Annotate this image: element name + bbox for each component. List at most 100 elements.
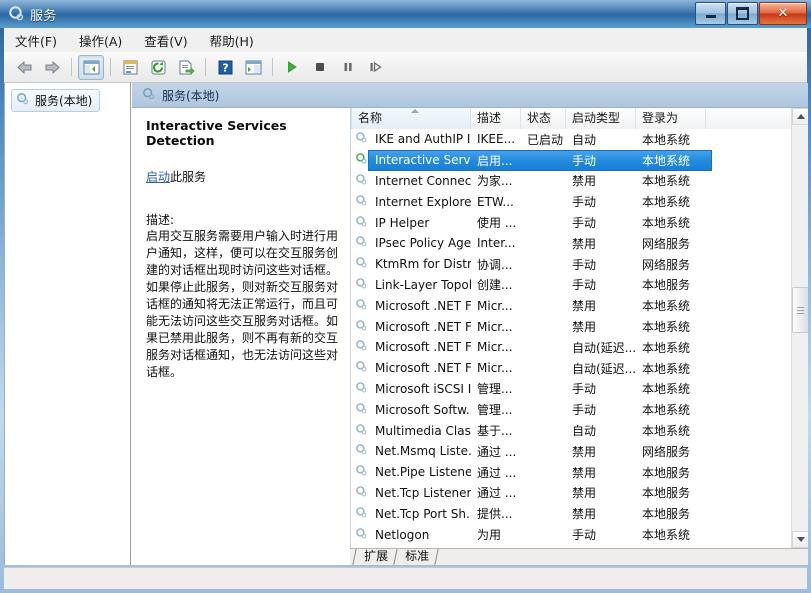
- column-header-启动类型[interactable]: 启动类型: [566, 108, 636, 129]
- service-row[interactable]: Microsoft .NET F...Micr...自动(延迟...本地系统: [351, 358, 808, 379]
- service-logon-as-cell: 本地系统: [636, 131, 706, 148]
- properties-icon[interactable]: [117, 55, 143, 80]
- close-button[interactable]: ✕: [759, 2, 807, 25]
- scrollbar-thumb[interactable]: [792, 287, 808, 333]
- services-list-view[interactable]: 名称描述状态启动类型登录为 IKE and AuthIP I...IKEE...…: [350, 108, 808, 548]
- services-window: 服务 ✕ 文件(F)操作(A)查看(V)帮助(H): [0, 0, 811, 593]
- service-gear-icon: [355, 381, 368, 397]
- list-vertical-scrollbar[interactable]: [791, 108, 808, 548]
- scroll-up-arrow-icon[interactable]: [792, 108, 808, 125]
- service-name-label: Microsoft iSCSI I...: [375, 382, 471, 396]
- menu-file[interactable]: 文件(F): [4, 28, 68, 53]
- service-row[interactable]: Internet Explore...ETW...手动本地系统: [351, 191, 808, 212]
- restart-service-icon[interactable]: [363, 55, 389, 80]
- service-row[interactable]: Link-Layer Topol...创建...手动本地服务: [351, 275, 808, 296]
- service-name-cell: Microsoft .NET F...: [351, 298, 471, 314]
- service-startup-type-cell: 禁用: [566, 172, 636, 189]
- maximize-button[interactable]: [727, 2, 758, 25]
- refresh-icon[interactable]: [145, 55, 171, 80]
- service-row[interactable]: Net.Tcp Listener...通过 ...禁用本地服务: [351, 483, 808, 504]
- start-service-icon[interactable]: [279, 55, 305, 80]
- service-description-cell: 管理...: [471, 380, 521, 397]
- tab-label: 扩展: [364, 549, 388, 564]
- forward-icon[interactable]: [39, 55, 65, 80]
- service-logon-as-cell: 本地服务: [636, 464, 706, 481]
- list-header-row: 名称描述状态启动类型登录为: [351, 108, 808, 129]
- tree-item-services-local[interactable]: 服务(本地): [11, 89, 100, 112]
- menu-action[interactable]: 操作(A): [68, 28, 133, 53]
- service-row[interactable]: Internet Connect...为家...禁用本地系统: [351, 171, 808, 192]
- service-name-label: Microsoft .NET F...: [375, 340, 471, 354]
- toolbar-separator: [205, 58, 206, 76]
- export-list-icon[interactable]: [173, 55, 199, 80]
- service-description-cell: Micr...: [471, 361, 521, 375]
- service-startup-type-cell: 自动: [566, 422, 636, 439]
- scroll-down-arrow-icon[interactable]: [792, 531, 808, 548]
- service-description-cell: 协调...: [471, 256, 521, 273]
- service-logon-as-cell: 本地系统: [636, 360, 706, 377]
- service-row[interactable]: Interactive Servi...启用...手动本地系统: [351, 150, 808, 171]
- menu-bar: 文件(F)操作(A)查看(V)帮助(H): [4, 28, 807, 53]
- show-hide-tree-icon[interactable]: [78, 55, 104, 80]
- service-logon-as-cell: 本地系统: [636, 380, 706, 397]
- stop-service-icon[interactable]: [307, 55, 333, 80]
- menu-help[interactable]: 帮助(H): [199, 28, 265, 53]
- service-startup-type-cell: 手动: [566, 193, 636, 210]
- service-row[interactable]: KtmRm for Distri...协调...手动网络服务: [351, 254, 808, 275]
- service-row[interactable]: Microsoft iSCSI I...管理...手动本地系统: [351, 379, 808, 400]
- service-row[interactable]: Net.Msmq Liste...通过 ...禁用网络服务: [351, 441, 808, 462]
- start-service-link[interactable]: 启动: [146, 170, 170, 184]
- column-header-登录为[interactable]: 登录为: [636, 108, 706, 129]
- column-header-blank[interactable]: [706, 108, 792, 129]
- service-name-label: Net.Msmq Liste...: [375, 444, 471, 458]
- tab-standard[interactable]: 标准: [393, 549, 438, 565]
- service-row[interactable]: Microsoft .NET F...Micr...自动(延迟...本地系统: [351, 337, 808, 358]
- service-name-label: Internet Connect...: [375, 174, 471, 188]
- column-header-名称[interactable]: 名称: [351, 108, 471, 129]
- service-row[interactable]: Net.Pipe Listene...通过 ...禁用本地服务: [351, 462, 808, 483]
- list-rows-container: IKE and AuthIP I...IKEE...已启动自动本地系统Inter…: [351, 129, 808, 548]
- service-name-label: IKE and AuthIP I...: [375, 132, 471, 146]
- service-logon-as-cell: 本地系统: [636, 214, 706, 231]
- title-bar[interactable]: 服务 ✕: [0, 0, 811, 28]
- service-row[interactable]: IPsec Policy AgentInter...禁用网络服务: [351, 233, 808, 254]
- service-description-cell: Micr...: [471, 340, 521, 354]
- title-bar-gloss: [0, 0, 811, 13]
- minimize-button[interactable]: [695, 2, 726, 25]
- service-startup-type-cell: 手动: [566, 526, 636, 543]
- column-header-状态[interactable]: 状态: [521, 108, 566, 129]
- service-row[interactable]: IP Helper使用 ...手动本地系统: [351, 212, 808, 233]
- service-name-label: IPsec Policy Agent: [375, 236, 471, 250]
- service-name-cell: Microsoft .NET F...: [351, 360, 471, 376]
- pause-service-icon[interactable]: [335, 55, 361, 80]
- service-row[interactable]: Microsoft .NET F...Micr...禁用本地系统: [351, 316, 808, 337]
- service-row[interactable]: Netlogon为用手动本地系统: [351, 524, 808, 545]
- pane-header-label: 服务(本地): [162, 87, 219, 104]
- service-logon-as-cell: 本地系统: [636, 422, 706, 439]
- service-name-cell: Net.Tcp Port Sh...: [351, 506, 471, 522]
- service-row[interactable]: Microsoft Softw...管理...手动本地系统: [351, 399, 808, 420]
- service-row[interactable]: Microsoft .NET F...Micr...禁用本地系统: [351, 295, 808, 316]
- pane-header: 服务(本地): [132, 83, 808, 108]
- service-name-cell: Multimedia Clas...: [351, 423, 471, 439]
- service-action-line: 启动此服务: [146, 168, 338, 185]
- service-name-cell: IP Helper: [351, 215, 471, 231]
- service-row[interactable]: IKE and AuthIP I...IKEE...已启动自动本地系统: [351, 129, 808, 150]
- show-action-pane-icon[interactable]: [240, 55, 266, 80]
- service-row[interactable]: Net.Tcp Port Sh...提供...禁用本地服务: [351, 503, 808, 524]
- column-header-描述[interactable]: 描述: [471, 108, 521, 129]
- service-name-cell: Net.Msmq Liste...: [351, 443, 471, 459]
- tab-extended[interactable]: 扩展: [352, 549, 397, 565]
- menu-view[interactable]: 查看(V): [133, 28, 198, 53]
- help-icon[interactable]: ?: [212, 55, 238, 80]
- toolbar: ?: [4, 52, 807, 83]
- service-row[interactable]: Multimedia Clas...基于...自动本地系统: [351, 420, 808, 441]
- tab-label: 标准: [405, 549, 429, 564]
- view-tabstrip: 扩展 标准: [350, 548, 808, 565]
- window-controls: ✕: [694, 2, 807, 23]
- start-service-suffix: 此服务: [170, 170, 206, 184]
- service-name-label: Microsoft .NET F...: [375, 361, 471, 375]
- service-name-label: Multimedia Clas...: [375, 424, 471, 438]
- details-pane: 服务(本地) Interactive Services Detection 启动…: [132, 83, 808, 565]
- back-icon[interactable]: [11, 55, 37, 80]
